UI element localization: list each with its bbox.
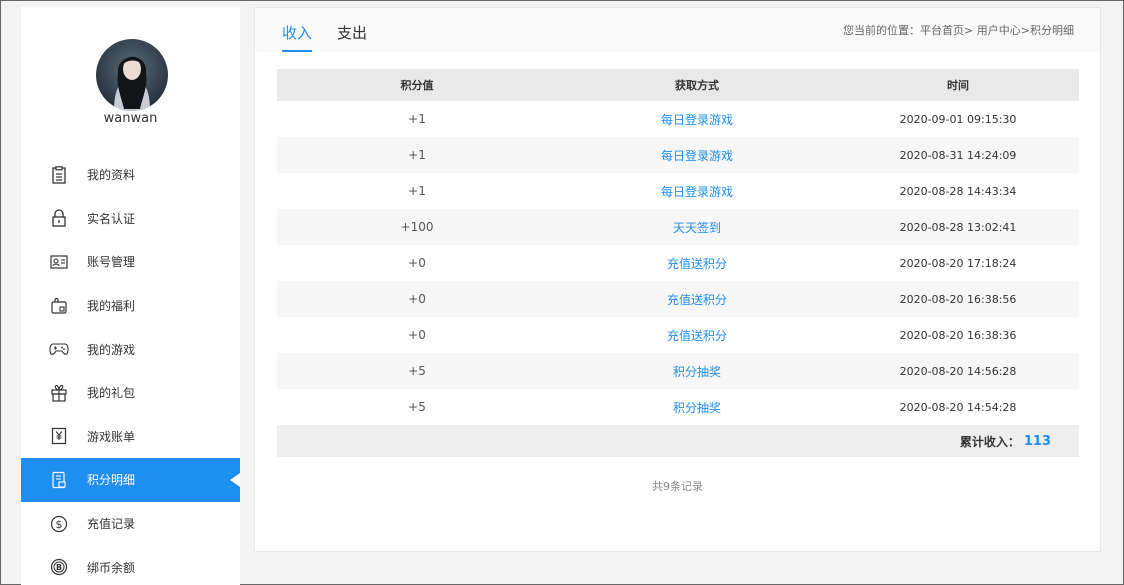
time-value: 2020-08-20 14:56:28 — [899, 364, 1017, 378]
sidebar-item-label: 我的资料 — [87, 168, 136, 183]
clipboard-icon — [49, 165, 69, 185]
time-value: 2020-08-20 16:38:56 — [899, 292, 1017, 306]
sidebar-item-recharge[interactable]: $ 充值记录 — [21, 502, 240, 546]
points-value: +5 — [408, 364, 426, 378]
table-row: +0 充值送积分 2020-08-20 16:38:56 — [277, 281, 1079, 317]
time-value: 2020-08-20 16:38:36 — [899, 328, 1017, 342]
time-value: 2020-08-28 13:02:41 — [899, 220, 1017, 234]
table-row: +0 充值送积分 2020-08-20 17:18:24 — [277, 245, 1079, 281]
total-income-label: 累计收入： — [959, 434, 1020, 449]
points-value: +0 — [408, 328, 426, 342]
coin-icon: B — [49, 557, 69, 577]
column-header-method: 获取方式 — [675, 79, 719, 92]
time-value: 2020-08-28 14:43:34 — [899, 184, 1017, 198]
time-value: 2020-08-20 14:54:28 — [899, 400, 1017, 414]
time-value: 2020-08-31 14:24:09 — [899, 148, 1017, 162]
time-value: 2020-09-01 09:15:30 — [899, 112, 1017, 126]
sidebar-item-label: 绑币余额 — [87, 560, 136, 575]
sidebar-item-account[interactable]: 账号管理 — [21, 240, 240, 284]
method-link[interactable]: 每日登录游戏 — [557, 111, 837, 128]
total-income-row: 累计收入： 113 — [277, 425, 1079, 457]
sidebar-item-game-bills[interactable]: 游戏账单 — [21, 415, 240, 459]
sidebar-item-gifts[interactable]: 我的礼包 — [21, 371, 240, 415]
svg-text:$: $ — [56, 518, 63, 531]
method-link[interactable]: 天天签到 — [557, 219, 837, 236]
svg-text:B: B — [56, 563, 62, 572]
sidebar: wanwan 我的资料 实名认证 账号管理 我的福利 我的游戏 我的礼包 游戏账… — [21, 7, 240, 585]
tab-income[interactable]: 收入 — [282, 22, 313, 52]
sidebar-item-label: 游戏账单 — [87, 429, 136, 444]
breadcrumb: 您当前的位置：平台首页> 用户中心>积分明细 — [843, 24, 1074, 37]
sidebar-item-label: 充值记录 — [87, 517, 136, 532]
points-value: +100 — [400, 220, 434, 234]
sidebar-item-label: 我的礼包 — [87, 386, 136, 401]
points-value: +1 — [408, 184, 426, 198]
points-value: +0 — [408, 292, 426, 306]
points-value: +1 — [408, 148, 426, 162]
column-header-points: 积分值 — [400, 79, 434, 92]
method-link[interactable]: 充值送积分 — [557, 327, 837, 344]
points-table: 积分值 获取方式 时间 +1 每日登录游戏 2020-09-01 09:15:3… — [277, 69, 1079, 457]
table-header-row: 积分值 获取方式 时间 — [277, 69, 1079, 101]
sidebar-item-profile[interactable]: 我的资料 — [21, 153, 240, 197]
table-row: +100 天天签到 2020-08-28 13:02:41 — [277, 209, 1079, 245]
points-value: +5 — [408, 400, 426, 414]
tab-expense[interactable]: 支出 — [337, 22, 367, 43]
bag-icon — [49, 296, 69, 316]
sidebar-item-label: 我的游戏 — [87, 342, 136, 357]
main-panel: 收入 支出 您当前的位置：平台首页> 用户中心>积分明细 积分值 获取方式 时间… — [254, 7, 1101, 552]
record-count: 共9条记录 — [652, 480, 703, 493]
points-value: +0 — [408, 256, 426, 270]
avatar[interactable] — [96, 39, 168, 111]
method-link[interactable]: 充值送积分 — [557, 291, 837, 308]
table-row: +0 充值送积分 2020-08-20 16:38:36 — [277, 317, 1079, 353]
table-row: +5 积分抽奖 2020-08-20 14:54:28 — [277, 389, 1079, 425]
time-value: 2020-08-20 17:18:24 — [899, 256, 1017, 270]
table-row: +1 每日登录游戏 2020-08-28 14:43:34 — [277, 173, 1079, 209]
sidebar-item-label: 积分明细 — [87, 473, 136, 488]
method-link[interactable]: 积分抽奖 — [557, 363, 837, 380]
sidebar-item-benefits[interactable]: 我的福利 — [21, 284, 240, 328]
lock-icon — [49, 208, 69, 228]
username: wanwan — [103, 111, 158, 126]
sidebar-item-verification[interactable]: 实名认证 — [21, 197, 240, 241]
id-card-icon — [49, 252, 69, 272]
sidebar-item-label: 我的福利 — [87, 299, 136, 314]
method-link[interactable]: 积分抽奖 — [557, 399, 837, 416]
bill-icon — [49, 426, 69, 446]
sidebar-item-coin-balance[interactable]: B 绑币余额 — [21, 545, 240, 585]
sidebar-item-label: 实名认证 — [87, 211, 136, 226]
gift-icon — [49, 383, 69, 403]
sidebar-item-games[interactable]: 我的游戏 — [21, 327, 240, 371]
method-link[interactable]: 每日登录游戏 — [557, 147, 837, 164]
gamepad-icon — [49, 339, 69, 359]
table-row: +1 每日登录游戏 2020-09-01 09:15:30 — [277, 101, 1079, 137]
column-header-time: 时间 — [947, 79, 969, 92]
table-row: +1 每日登录游戏 2020-08-31 14:24:09 — [277, 137, 1079, 173]
table-row: +5 积分抽奖 2020-08-20 14:56:28 — [277, 353, 1079, 389]
points-icon — [49, 470, 69, 490]
method-link[interactable]: 充值送积分 — [557, 255, 837, 272]
sidebar-item-label: 账号管理 — [87, 255, 136, 270]
tab-bar: 收入 支出 您当前的位置：平台首页> 用户中心>积分明细 — [255, 8, 1100, 52]
sidebar-menu: 我的资料 实名认证 账号管理 我的福利 我的游戏 我的礼包 游戏账单 积分明细 … — [21, 153, 240, 585]
dollar-icon: $ — [49, 514, 69, 534]
method-link[interactable]: 每日登录游戏 — [557, 183, 837, 200]
sidebar-item-points[interactable]: 积分明细 — [21, 458, 240, 502]
total-income-value: 113 — [1023, 433, 1051, 449]
points-value: +1 — [408, 112, 426, 126]
